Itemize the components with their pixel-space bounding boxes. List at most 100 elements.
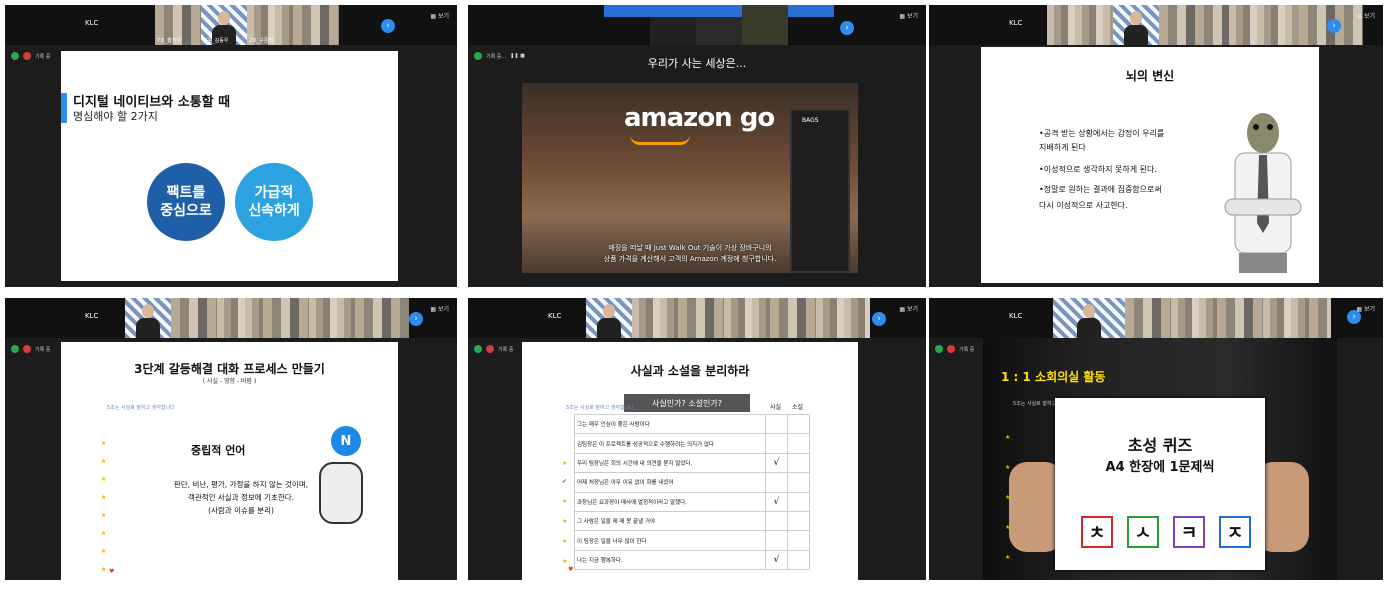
participant-thumbnail[interactable] xyxy=(724,298,770,338)
slide-heading: 중립적 언어 xyxy=(191,444,246,457)
star-icon: ★ xyxy=(101,548,107,555)
star-icon: ★ xyxy=(562,558,568,565)
panel-2: › ▦ 보기 기록 중... ❚❚ ■ 우리가 사는 세상은... amazon… xyxy=(468,5,926,287)
participant-thumbnail[interactable] xyxy=(1229,5,1299,45)
star-icon: ★ xyxy=(562,498,568,505)
app-name: KLC xyxy=(85,312,99,320)
table-row: 어제 처장님은 아무 이유 없이 화를 내셨어 xyxy=(574,472,810,493)
shield-icon xyxy=(935,345,943,353)
recording-status: 기록 중 xyxy=(935,345,974,353)
participant-thumbnail[interactable] xyxy=(1159,5,1229,45)
participant-thumbnail[interactable] xyxy=(696,5,742,45)
app-name: KLC xyxy=(85,19,99,27)
table-row: 그는 매우 인심이 좋은 사람이다 xyxy=(574,413,810,435)
col-novel: 소설 xyxy=(792,404,804,411)
next-arrow-icon[interactable]: › xyxy=(1327,19,1341,33)
slide-title: 우리가 사는 세상은... xyxy=(647,57,747,70)
view-button[interactable]: ▦ 보기 xyxy=(899,11,918,20)
participant-thumbnail[interactable] xyxy=(1309,298,1331,338)
star-icon: ★ xyxy=(101,476,107,483)
participant-thumbnail[interactable]: 2조_구준혁 xyxy=(247,5,293,45)
col-fact: 사실 xyxy=(770,404,782,411)
recording-status: 기록 중 xyxy=(474,345,513,353)
shield-icon xyxy=(11,52,19,60)
next-arrow-icon[interactable]: › xyxy=(409,312,423,326)
participant-thumbnail[interactable] xyxy=(632,298,678,338)
view-button[interactable]: ▦ 보기 xyxy=(430,11,449,20)
slide-title: 뇌의 변신 xyxy=(1125,69,1175,83)
participant-thumbnail[interactable] xyxy=(770,298,816,338)
participant-thumbnail-presenter[interactable] xyxy=(586,298,632,338)
panel-3: KLC › ▦ 보기 뇌의 변신 •공격 받는 상황에서는 감정이 우리를 지배… xyxy=(929,5,1383,287)
recording-status: 기록 중 xyxy=(11,345,50,353)
participant-thumbnail[interactable] xyxy=(742,5,788,45)
next-arrow-icon[interactable]: › xyxy=(381,19,395,33)
participant-thumbnail[interactable] xyxy=(263,298,309,338)
participant-thumbnail[interactable] xyxy=(678,298,724,338)
participant-thumbnail[interactable] xyxy=(1047,5,1113,45)
participant-thumbnail[interactable] xyxy=(1171,298,1217,338)
circle-speed: 가급적 신속하게 xyxy=(235,163,313,241)
panel-6: KLC › ▦ 보기 기록 중 1 : 1 소회의실 활동 5조는 사실로 말하… xyxy=(929,298,1383,580)
participant-thumbnail-presenter[interactable] xyxy=(125,298,171,338)
chosung-box: ㅋ xyxy=(1173,516,1205,548)
participant-thumbnail-presenter[interactable] xyxy=(1053,298,1125,338)
participant-thumbnail[interactable] xyxy=(788,5,834,45)
view-button[interactable]: ▦ 보기 xyxy=(899,304,918,313)
participant-thumbnail[interactable] xyxy=(650,5,696,45)
participant-thumbnail[interactable] xyxy=(309,298,355,338)
table-row: 우리 팀장님은 회의 시간에 내 의견을 묻지 않았다. √ xyxy=(574,452,810,474)
recording-status: 기록 중 xyxy=(11,52,50,60)
app-name: KLC xyxy=(548,312,562,320)
chosung-row: ㅊ ㅅ ㅋ ㅈ xyxy=(1081,516,1251,548)
participant-thumbnail[interactable] xyxy=(1263,298,1309,338)
participant-thumbnail[interactable] xyxy=(217,298,263,338)
video-strip: › ▦ 보기 xyxy=(468,5,926,45)
star-icon: ★ xyxy=(101,494,107,501)
participant-thumbnail[interactable] xyxy=(293,5,339,45)
app-name: KLC xyxy=(1009,19,1023,27)
view-button[interactable]: ▦ 보기 xyxy=(1356,11,1375,20)
participant-thumbnail-presenter[interactable] xyxy=(1113,5,1159,45)
slide-body: 판단, 비난, 평가, 가정을 하지 않는 것이며, 객관적인 사실과 정보에 … xyxy=(173,480,309,515)
star-icon: ★ xyxy=(101,458,107,465)
slide-subtitle: 명심해야 할 2가지 xyxy=(73,110,158,123)
shared-slide: 3단계 갈등해결 대화 프로세스 만들기 ( 사실 - 영향 - 바람 ) 5조… xyxy=(61,342,398,580)
chosung-box: ㅅ xyxy=(1127,516,1159,548)
star-icon: ★ xyxy=(562,460,568,467)
table-row: 김팀장은 이 프로젝트를 성공적으로 수행하려는 의지가 없다 xyxy=(574,433,810,454)
participant-thumbnail[interactable]: 7조_황진성 xyxy=(155,5,201,45)
panel-5: KLC › ▦ 보기 기록 중 사실과 소설을 분리하라 사실인가? 소설인가?… xyxy=(468,298,926,580)
overlay-note: 5조는 사실로 말하고 생각합니다 xyxy=(566,405,634,411)
participant-thumbnail-presenter[interactable]: 조윤_김동우 xyxy=(201,5,247,45)
participant-thumbnail[interactable] xyxy=(1217,298,1263,338)
video-strip: KLC › ▦ 보기 xyxy=(468,298,926,338)
video-strip: KLC 7조_황진성 조윤_김동우 2조_구준혁 › ▦ 보기 xyxy=(5,5,457,45)
view-button[interactable]: ▦ 보기 xyxy=(1356,304,1375,313)
question-box: 사실인가? 소설인가? xyxy=(624,394,750,412)
star-icon: ★ xyxy=(1005,494,1011,501)
participant-thumbnail[interactable] xyxy=(171,298,217,338)
brand-logo: amazon go xyxy=(624,103,775,133)
record-icon xyxy=(23,345,31,353)
next-arrow-icon[interactable]: › xyxy=(840,21,854,35)
participant-thumbnail[interactable] xyxy=(355,298,409,338)
participant-thumbnail[interactable] xyxy=(560,5,604,45)
star-icon: ★ xyxy=(101,566,107,573)
star-icon: ★ xyxy=(1005,524,1011,531)
star-icon: ★ xyxy=(562,518,568,525)
star-icon: ★ xyxy=(1005,434,1011,441)
star-icon: ★ xyxy=(101,512,107,519)
star-icon: ★ xyxy=(101,530,107,537)
neutral-gear-badge: N xyxy=(331,426,361,456)
view-button[interactable]: ▦ 보기 xyxy=(430,304,449,313)
slide-title: 3단계 갈등해결 대화 프로세스 만들기 xyxy=(134,362,325,376)
chosung-box: ㅊ xyxy=(1081,516,1113,548)
quiz-subheading: A4 한장에 1문제씩 xyxy=(1105,460,1215,475)
next-arrow-icon[interactable]: › xyxy=(872,312,886,326)
table-row: 그 사람은 일을 제 때 못 끝낼 거야 xyxy=(574,510,810,532)
video-strip: KLC › ▦ 보기 xyxy=(5,298,457,338)
participant-thumbnail[interactable] xyxy=(816,298,870,338)
participant-thumbnail[interactable] xyxy=(604,5,650,45)
participant-thumbnail[interactable] xyxy=(1125,298,1171,338)
